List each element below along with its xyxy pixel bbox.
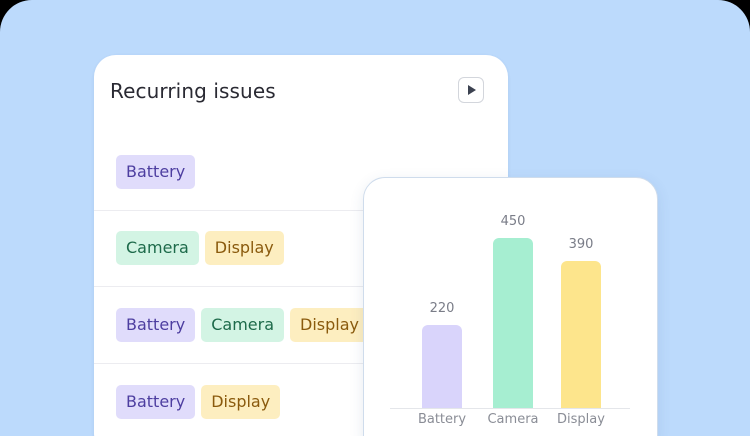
tag-camera[interactable]: Camera bbox=[201, 308, 285, 342]
tag-display[interactable]: Display bbox=[290, 308, 369, 342]
bar-display[interactable] bbox=[561, 261, 601, 408]
tag-battery[interactable]: Battery bbox=[116, 155, 196, 189]
card-title: Recurring issues bbox=[110, 79, 276, 103]
issue-count-chart: 220 Battery 450 Camera 390 Display bbox=[363, 177, 658, 436]
tag-battery[interactable]: Battery bbox=[116, 385, 196, 419]
tag-battery[interactable]: Battery bbox=[116, 308, 196, 342]
play-button[interactable] bbox=[458, 77, 484, 103]
bar-value-display: 390 bbox=[568, 237, 594, 252]
chart-baseline bbox=[390, 408, 630, 409]
bar-value-camera: 450 bbox=[500, 214, 526, 229]
bar-battery[interactable] bbox=[422, 325, 462, 408]
x-label-battery: Battery bbox=[417, 412, 467, 427]
bar-camera[interactable] bbox=[493, 238, 533, 408]
x-label-camera: Camera bbox=[487, 412, 539, 427]
x-label-display: Display bbox=[557, 412, 605, 427]
play-icon bbox=[468, 85, 476, 95]
tag-display[interactable]: Display bbox=[201, 385, 281, 419]
tag-display[interactable]: Display bbox=[204, 231, 284, 265]
tag-camera[interactable]: Camera bbox=[116, 231, 199, 265]
backdrop: Recurring issues Battery Camera Display … bbox=[0, 0, 750, 436]
bar-value-battery: 220 bbox=[429, 301, 455, 316]
